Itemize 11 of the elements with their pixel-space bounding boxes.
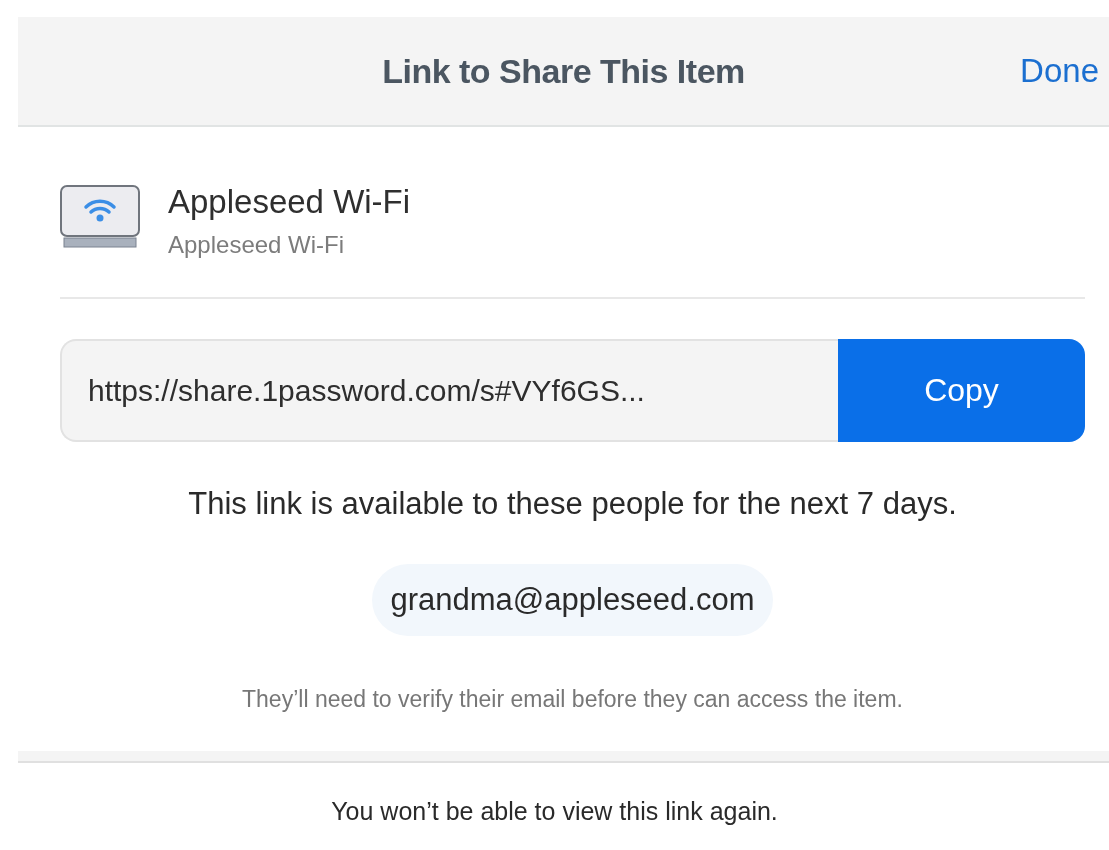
availability-text: This link is available to these people for the next 7 days. (187, 486, 958, 522)
verify-note: They’ll need to verify their email before they can access the item. (241, 686, 904, 713)
dialog-title: Link to Share This Item (382, 51, 745, 91)
item-title: Appleseed Wi-Fi (168, 183, 411, 221)
link-field[interactable]: https://share.1password.com/s#VYf6GS... (60, 339, 838, 442)
wifi-router-icon (60, 185, 140, 248)
copy-button[interactable]: Copy (838, 339, 1085, 442)
item-subtitle: Appleseed Wi-Fi (168, 231, 346, 259)
done-button[interactable]: Done (1020, 52, 1099, 90)
recipient-chip: grandma@appleseed.com (372, 564, 773, 636)
warning-text: You won’t be able to view this link again. (330, 797, 779, 826)
